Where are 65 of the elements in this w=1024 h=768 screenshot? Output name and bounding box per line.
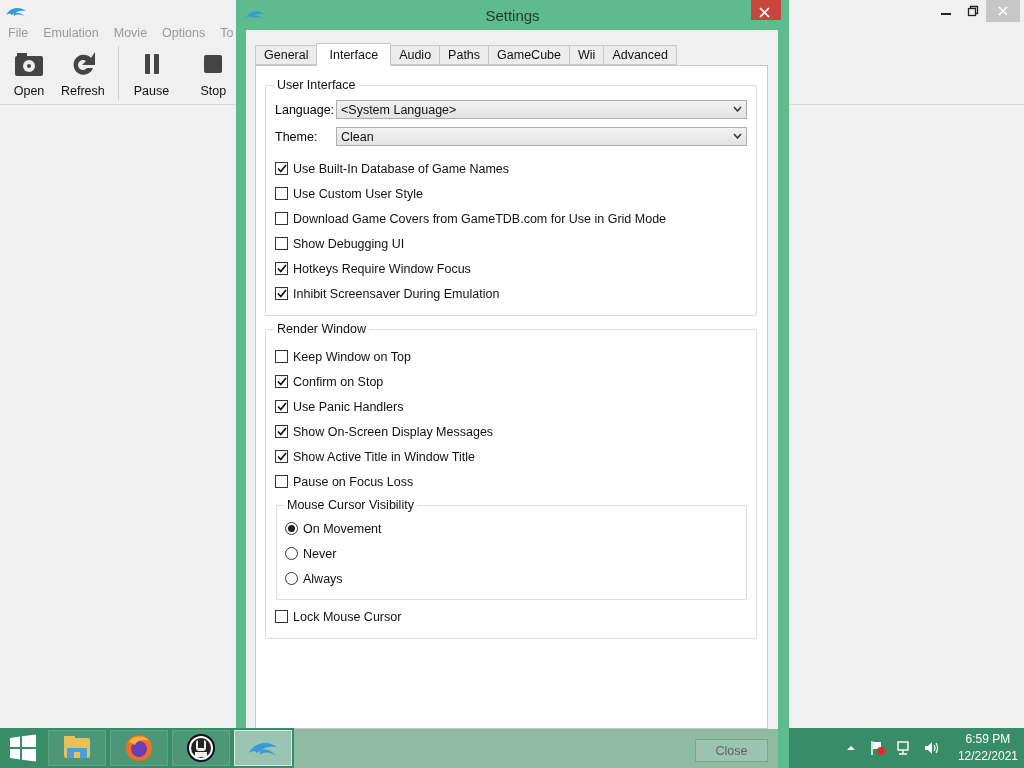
- radio-button[interactable]: [285, 547, 298, 560]
- tab[interactable]: Paths: [439, 45, 490, 65]
- tab[interactable]: Wii: [569, 45, 605, 65]
- tab[interactable]: General: [255, 45, 318, 65]
- toolbar-button[interactable]: Pause: [130, 46, 173, 100]
- checkbox[interactable]: [275, 187, 288, 200]
- toolbar-button[interactable]: Stop: [194, 46, 233, 100]
- checkbox[interactable]: [275, 287, 288, 300]
- checkbox-label: Lock Mouse Cursor: [293, 609, 402, 624]
- close-icon: [997, 5, 1009, 17]
- field-label: Language:: [275, 102, 336, 117]
- checkbox[interactable]: [275, 375, 288, 388]
- checkbox[interactable]: [275, 400, 288, 413]
- checkbox[interactable]: [275, 212, 288, 225]
- browser-icon: [123, 732, 155, 764]
- toolbar-button[interactable]: Refresh: [58, 46, 108, 100]
- checkbox-label: Use Panic Handlers: [293, 399, 404, 414]
- checkbox[interactable]: [275, 237, 288, 250]
- radio-label: Always: [303, 571, 343, 586]
- window-title: Settings: [485, 6, 540, 24]
- chevron-icon: [733, 133, 742, 139]
- restore-icon: [966, 5, 979, 17]
- minimize-icon: [940, 13, 951, 15]
- toolbar-button[interactable]: Open: [10, 46, 48, 100]
- close-icon: [759, 7, 770, 18]
- clock-time: 6:59 PM: [965, 731, 1011, 748]
- checkbox[interactable]: [275, 610, 288, 623]
- checkbox[interactable]: [275, 262, 288, 275]
- checkbox-label: Use Custom User Style: [293, 186, 423, 201]
- radio-button[interactable]: [285, 522, 298, 535]
- checkbox[interactable]: [275, 162, 288, 175]
- checkbox[interactable]: [275, 350, 288, 363]
- checkbox[interactable]: [275, 425, 288, 438]
- checkbox-label: Keep Window on Top: [293, 349, 411, 364]
- checkbox-label: Show On-Screen Display Messages: [293, 424, 494, 439]
- radio-label: On Movement: [303, 521, 382, 536]
- checkbox-label: Confirm on Stop: [293, 374, 384, 389]
- clock-date: 12/22/2021: [957, 748, 1018, 765]
- field-label: Theme:: [275, 129, 319, 144]
- tab[interactable]: Advanced: [603, 45, 677, 65]
- group-title: Mouse Cursor Visibility: [286, 498, 415, 512]
- taskbar-button[interactable]: [172, 730, 230, 766]
- group-title: Render Window: [276, 322, 367, 336]
- chevron-icon: [733, 106, 742, 112]
- speaker-icon[interactable]: [922, 740, 941, 756]
- dropdown[interactable]: Clean: [336, 127, 747, 146]
- checkbox-label: Hotkeys Require Window Focus: [293, 261, 471, 276]
- checkbox[interactable]: [275, 450, 288, 463]
- tab[interactable]: Interface: [316, 43, 392, 66]
- checkbox-label: Show Active Title in Window Title: [293, 449, 476, 464]
- checkbox[interactable]: [275, 475, 288, 488]
- checkbox-label: Pause on Focus Loss: [293, 474, 414, 489]
- tab[interactable]: GameCube: [488, 45, 570, 65]
- checkbox-label: Download Game Covers from GameTDB.com for Use in Grid Mode: [293, 211, 667, 226]
- flag-icon[interactable]: [868, 740, 887, 756]
- checkbox-label: Show Debugging UI: [293, 236, 405, 251]
- windows-start-icon: [9, 734, 37, 762]
- checkbox-label: Inhibit Screensaver During Emulation: [293, 286, 500, 301]
- dropdown[interactable]: <System Language>: [336, 100, 747, 119]
- radio-label: Never: [303, 546, 337, 561]
- close-button[interactable]: [751, 0, 781, 20]
- checkbox-label: Use Built-In Database of Game Names: [293, 161, 510, 176]
- radio-button[interactable]: [285, 572, 298, 585]
- tab[interactable]: Audio: [390, 45, 441, 65]
- group-title: User Interface: [276, 78, 357, 92]
